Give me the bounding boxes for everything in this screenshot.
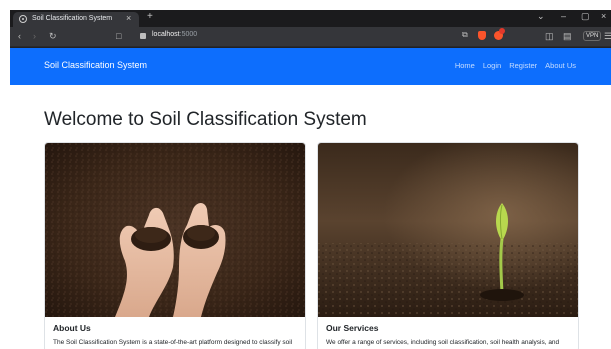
- notification-badge: [499, 28, 505, 34]
- globe-icon: [19, 15, 27, 23]
- tab-search-button[interactable]: ⌄: [537, 11, 545, 22]
- card-title-about-us: About Us: [53, 323, 91, 333]
- vpn-button[interactable]: VPN: [583, 31, 602, 41]
- brave-shield-icon[interactable]: [478, 31, 486, 40]
- browser-window: Soil Classification System × + ⌄ – ▢ × ‹…: [10, 10, 611, 349]
- seedling-in-soil-image: [318, 143, 578, 317]
- menu-icon[interactable]: ☰: [604, 31, 611, 42]
- page-title: Welcome to Soil Classification System: [44, 109, 367, 130]
- nav-link-login[interactable]: Login: [483, 61, 501, 70]
- lock-icon: [140, 33, 146, 39]
- tab-title: Soil Classification System: [32, 15, 113, 22]
- reload-icon[interactable]: ↻: [49, 31, 57, 42]
- forward-icon[interactable]: ›: [33, 31, 36, 41]
- navbar: Soil Classification System Home Login Re…: [10, 48, 611, 85]
- card-text-our-services: We offer a range of services, including …: [326, 339, 560, 346]
- browser-toolbar: ‹ › ↻ □ localhost:5000 ⧉ ◫ ▤ VPN ☰: [10, 27, 611, 47]
- bookmark-icon[interactable]: □: [116, 31, 121, 41]
- address-bar[interactable]: localhost:5000: [140, 30, 510, 44]
- minimize-button[interactable]: –: [561, 11, 566, 21]
- navbar-brand[interactable]: Soil Classification System: [44, 60, 147, 70]
- sidebar-icon[interactable]: ◫: [545, 31, 554, 42]
- page-viewport: Soil Classification System Home Login Re…: [10, 48, 611, 349]
- card-title-our-services: Our Services: [326, 323, 379, 333]
- new-tab-button[interactable]: +: [147, 11, 153, 22]
- window-close-button[interactable]: ×: [601, 11, 606, 21]
- nav-link-about-us[interactable]: About Us: [545, 61, 576, 70]
- about-us-card: About Us The Soil Classification System …: [44, 142, 306, 349]
- back-icon[interactable]: ‹: [18, 31, 21, 41]
- wallet-icon[interactable]: ▤: [563, 31, 572, 42]
- nav-link-home[interactable]: Home: [455, 61, 475, 70]
- nav-link-register[interactable]: Register: [509, 61, 537, 70]
- maximize-button[interactable]: ▢: [581, 11, 590, 22]
- tab-close-button[interactable]: ×: [126, 13, 131, 23]
- tab-strip: Soil Classification System × + ⌄ – ▢ ×: [10, 10, 611, 27]
- url-text: localhost:5000: [152, 31, 198, 38]
- share-icon[interactable]: ⧉: [462, 30, 468, 40]
- browser-tab[interactable]: Soil Classification System ×: [13, 12, 139, 27]
- our-services-card: Our Services We offer a range of service…: [317, 142, 579, 349]
- nav-links: Home Login Register About Us: [455, 61, 576, 70]
- hands-holding-soil-image: [45, 143, 305, 317]
- card-text-about-us: The Soil Classification System is a stat…: [53, 339, 293, 346]
